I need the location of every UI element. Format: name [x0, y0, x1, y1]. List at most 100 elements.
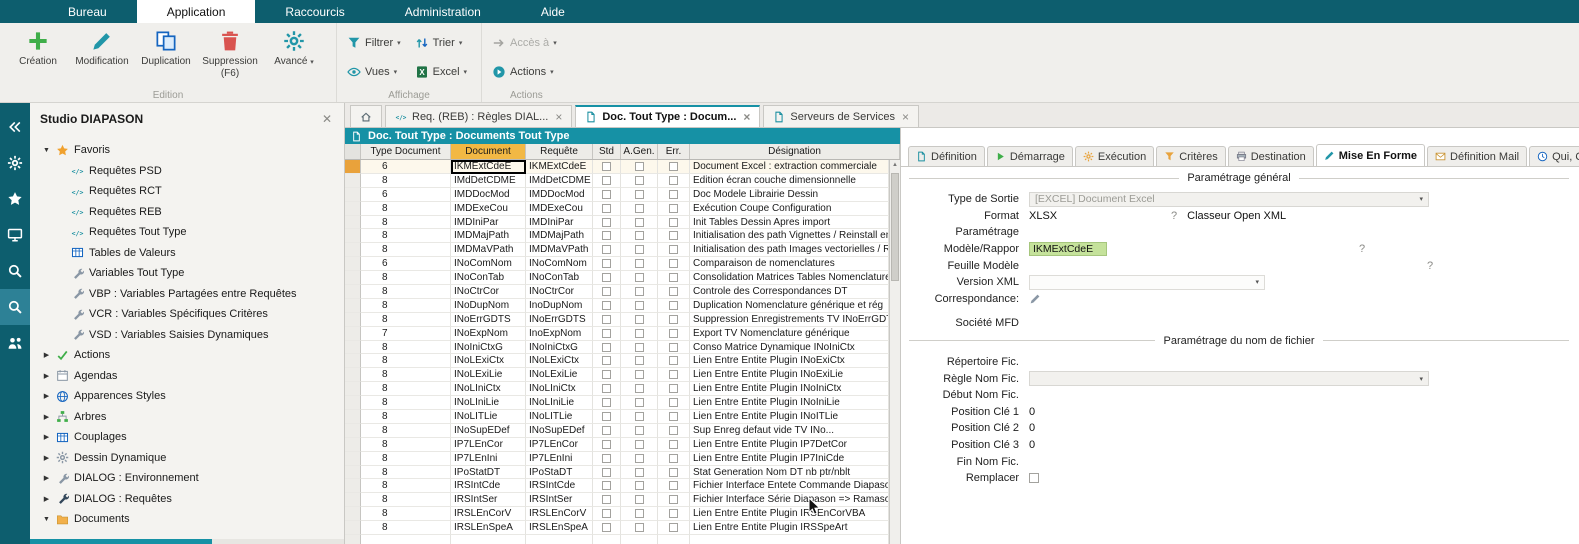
row-selector[interactable]	[345, 271, 361, 285]
agen-checkbox[interactable]	[635, 218, 644, 227]
chevron-right-icon[interactable]: ▶	[42, 433, 51, 441]
err-checkbox[interactable]	[669, 384, 678, 393]
column-header-designation[interactable]: Désignation	[690, 144, 900, 159]
std-checkbox[interactable]	[602, 398, 611, 407]
tab-destination[interactable]: Destination	[1228, 146, 1314, 166]
agen-checkbox[interactable]	[635, 190, 644, 199]
activity-collapse[interactable]	[0, 109, 30, 145]
tree-hscroll-thumb[interactable]	[30, 539, 212, 544]
cell-document[interactable]: INoErrGDTS	[451, 313, 526, 327]
activity-explorer[interactable]	[0, 289, 30, 325]
cell-document[interactable]: IMDMaVPath	[451, 243, 526, 257]
tab-demarrage[interactable]: Démarrage	[987, 146, 1073, 166]
row-selector[interactable]	[345, 341, 361, 355]
menu-acces-a-dropdown[interactable]: Accès à▾	[488, 34, 561, 52]
tree-item-actions[interactable]: ▶Actions	[30, 345, 344, 366]
cell-document[interactable]: INoIniCtxG	[451, 341, 526, 355]
menu-filtrer-dropdown[interactable]: Filtrer▾	[343, 34, 405, 52]
err-checkbox[interactable]	[669, 426, 678, 435]
std-checkbox[interactable]	[602, 440, 611, 449]
row-selector[interactable]	[345, 257, 361, 271]
std-checkbox[interactable]	[602, 287, 611, 296]
agen-checkbox[interactable]	[635, 204, 644, 213]
cell-document[interactable]: IRSLEnSpeA	[451, 521, 526, 535]
table-row[interactable]: 6IKMExtCdeEIKMExtCdeEDocument Excel : ex…	[345, 160, 889, 174]
table-row[interactable]: 8INoDupNomInoDupNomDuplication Nomenclat…	[345, 299, 889, 313]
activity-search[interactable]	[0, 253, 30, 289]
table-row[interactable]: 8IP7LEnCorIP7LEnCorLien Entre Entite Plu…	[345, 438, 889, 452]
tab-doc-tout-type[interactable]: Doc. Tout Type : Docum...×	[575, 105, 760, 127]
table-row[interactable]: 8INoConTabINoConTabConsolidation Matrice…	[345, 271, 889, 285]
std-checkbox[interactable]	[602, 231, 611, 240]
cell-document[interactable]: INoLExiCtx	[451, 354, 526, 368]
agen-checkbox[interactable]	[635, 329, 644, 338]
tree-item-variables-tout-type[interactable]: Variables Tout Type	[30, 263, 344, 284]
err-checkbox[interactable]	[669, 204, 678, 213]
row-selector[interactable]	[345, 535, 361, 544]
err-checkbox[interactable]	[669, 273, 678, 282]
table-row[interactable]: 8IRSIntCdeIRSIntCdeFichier Interface Ent…	[345, 479, 889, 493]
table-row[interactable]: 8INoLExiCtxINoLExiCtxLien Entre Entite P…	[345, 354, 889, 368]
toolbar-duplication-button[interactable]: Duplication	[134, 25, 198, 79]
cell-document[interactable]: INoComNom	[451, 257, 526, 271]
agen-checkbox[interactable]	[635, 343, 644, 352]
select-regle-nom-fic[interactable]: ▾	[1029, 371, 1429, 386]
close-tab-icon[interactable]: ×	[902, 110, 909, 124]
row-selector[interactable]	[345, 410, 361, 424]
menu-raccourcis[interactable]: Raccourcis	[255, 0, 374, 23]
table-row[interactable]: 8INoIniCtxGINoIniCtxGConso Matrice Dynam…	[345, 341, 889, 355]
tree-item-vcr-variables-specifiques-criteres[interactable]: VCR : Variables Spécifiques Critères	[30, 304, 344, 325]
std-checkbox[interactable]	[602, 301, 611, 310]
table-row[interactable]: 8IMDMajPathIMDMajPathInitialisation des …	[345, 229, 889, 243]
std-checkbox[interactable]	[602, 245, 611, 254]
table-row[interactable]: 8IPoStatDTIPoStaDTStat Generation Nom DT…	[345, 466, 889, 480]
std-checkbox[interactable]	[602, 370, 611, 379]
table-row[interactable]: 8INoLIniLieINoLIniLieLien Entre Entite P…	[345, 396, 889, 410]
agen-checkbox[interactable]	[635, 412, 644, 421]
tab-execution[interactable]: Exécution	[1075, 146, 1154, 166]
cell-document[interactable]: INoLIniCtx	[451, 382, 526, 396]
err-checkbox[interactable]	[669, 481, 678, 490]
row-selector[interactable]	[345, 174, 361, 188]
cell-document[interactable]: IRSIntCde	[451, 479, 526, 493]
close-tab-icon[interactable]: ×	[743, 110, 750, 124]
menu-bureau[interactable]: Bureau	[38, 0, 137, 23]
table-row[interactable]: 8INoSupEDefINoSupEDefSup Enreg defaut vi…	[345, 424, 889, 438]
tree-item-requetes-rct[interactable]: </>Requêtes RCT	[30, 181, 344, 202]
table-row[interactable]: 8IMdDetCDMEIMdDetCDMEEdition écran couch…	[345, 174, 889, 188]
menu-administration[interactable]: Administration	[375, 0, 511, 23]
table-row[interactable]: 8INoLITLieINoLITLieLien Entre Entite Plu…	[345, 410, 889, 424]
cell-document[interactable]: IMDIniPar	[451, 216, 526, 230]
menu-actions-dropdown[interactable]: Actions▾	[488, 63, 561, 81]
std-checkbox[interactable]	[602, 454, 611, 463]
err-checkbox[interactable]	[669, 190, 678, 199]
std-checkbox[interactable]	[602, 509, 611, 518]
err-checkbox[interactable]	[669, 398, 678, 407]
agen-checkbox[interactable]	[635, 468, 644, 477]
err-checkbox[interactable]	[669, 370, 678, 379]
scroll-up-icon[interactable]: ▲	[890, 160, 900, 171]
std-checkbox[interactable]	[602, 218, 611, 227]
std-checkbox[interactable]	[602, 468, 611, 477]
toolbar-creation-button[interactable]: Création	[6, 25, 70, 79]
table-row[interactable]: 8IRSLEnSpeAIRSLEnSpeALien Entre Entite P…	[345, 521, 889, 535]
std-checkbox[interactable]	[602, 190, 611, 199]
agen-checkbox[interactable]	[635, 523, 644, 532]
err-checkbox[interactable]	[669, 176, 678, 185]
column-header-type-document[interactable]: Type Document	[361, 144, 451, 159]
tree-item-favoris[interactable]: ▼Favoris	[30, 140, 344, 161]
chevron-right-icon[interactable]: ▶	[42, 474, 51, 482]
column-header-a-gen[interactable]: A.Gen.	[621, 144, 658, 159]
cell-document[interactable]: INoConTab	[451, 271, 526, 285]
tree-item-requetes-reb[interactable]: </>Requêtes REB	[30, 202, 344, 223]
activity-settings[interactable]	[0, 145, 30, 181]
row-selector[interactable]	[345, 424, 361, 438]
cell-document[interactable]: IRSLEnCorV	[451, 507, 526, 521]
err-checkbox[interactable]	[669, 440, 678, 449]
tree-item-vbp-variables-partagees-entre-requetes[interactable]: VBP : Variables Partagées entre Requêtes	[30, 284, 344, 305]
err-checkbox[interactable]	[669, 162, 678, 171]
std-checkbox[interactable]	[602, 356, 611, 365]
column-header-requete[interactable]: Requête	[526, 144, 593, 159]
table-row[interactable]: 8IMDExeCouIMDExeCouExécution Coupe Confi…	[345, 202, 889, 216]
table-row[interactable]: 8INoLIniCtxINoLIniCtxLien Entre Entite P…	[345, 382, 889, 396]
